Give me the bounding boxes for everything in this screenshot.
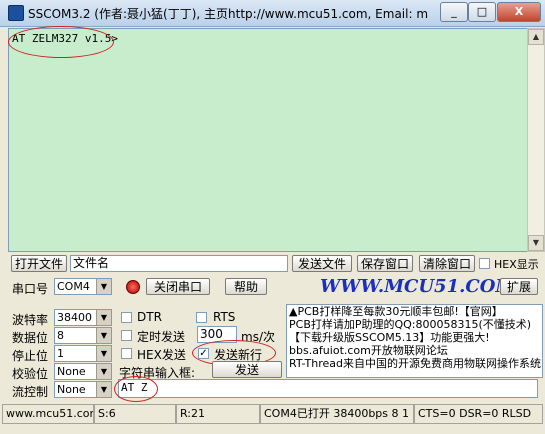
stop-bits-label: 停止位 <box>12 349 49 363</box>
open-file-button[interactable]: 打开文件 <box>11 255 67 272</box>
port-label: 串口号 <box>12 282 49 296</box>
save-window-button[interactable]: 保存窗口 <box>357 255 413 272</box>
status-site: www.mcu51.con <box>2 404 94 424</box>
parity-label: 校验位 <box>12 367 49 381</box>
hex-display-label: HEX显示 <box>494 258 539 271</box>
help-button[interactable]: 帮助 <box>225 278 267 295</box>
ad-link[interactable]: PCB打样请加P助理的QQ:800058315(不懂技术) <box>287 318 542 331</box>
send-button[interactable]: 发送 <box>212 361 282 378</box>
dtr-checkbox[interactable] <box>121 312 132 323</box>
flow-control-value: None <box>57 383 86 396</box>
chevron-down-icon[interactable]: ▼ <box>96 310 111 325</box>
ad-link[interactable]: ▲PCB打样降至每款30元顺丰包邮!【官网】 <box>287 305 542 318</box>
baud-value: 38400 <box>57 311 92 324</box>
ad-panel: ▲PCB打样降至每款30元顺丰包邮!【官网】 PCB打样请加P助理的QQ:800… <box>286 304 543 378</box>
baud-select[interactable]: 38400 ▼ <box>54 309 112 326</box>
scroll-up-icon[interactable]: ▲ <box>528 29 544 45</box>
baud-label: 波特率 <box>12 313 49 327</box>
rts-checkbox[interactable] <box>196 312 207 323</box>
close-port-button[interactable]: 关闭串口 <box>146 278 210 295</box>
dtr-label: DTR <box>137 310 162 324</box>
scroll-down-icon[interactable]: ▼ <box>528 235 544 251</box>
port-select[interactable]: COM4 ▼ <box>54 278 112 295</box>
stop-bits-select[interactable]: 1 ▼ <box>54 345 112 362</box>
logo: WWW.MCU51.COM <box>320 276 516 297</box>
parity-value: None <box>57 365 86 378</box>
timed-send-label: 定时发送 <box>137 330 186 344</box>
stop-bits-value: 1 <box>57 347 64 360</box>
status-port-state: COM4已打开 38400bps 8 1 <box>260 404 414 424</box>
chevron-down-icon[interactable]: ▼ <box>96 279 111 294</box>
clear-window-button[interactable]: 清除窗口 <box>419 255 475 272</box>
hex-send-checkbox[interactable] <box>121 348 132 359</box>
file-name-input[interactable]: 文件名 <box>70 255 288 272</box>
chevron-down-icon[interactable]: ▼ <box>96 346 111 361</box>
ad-link[interactable]: RT-Thread来自中国的开源免费商用物联网操作系统 <box>287 357 542 370</box>
flow-control-select[interactable]: None ▼ <box>54 381 112 398</box>
port-value: COM4 <box>57 280 90 293</box>
hex-display-checkbox[interactable] <box>479 258 490 269</box>
ad-link[interactable]: 【下载升级版SSCOM5.13】功能更强大! <box>287 331 542 344</box>
parity-select[interactable]: None ▼ <box>54 363 112 380</box>
annotation-circle <box>8 26 114 58</box>
flow-control-label: 流控制 <box>12 385 49 399</box>
status-lines: CTS=0 DSR=0 RLSD <box>414 404 543 424</box>
receive-scrollbar[interactable]: ▲ ▼ <box>527 28 545 252</box>
send-text-input[interactable]: AT Z <box>118 379 538 398</box>
app-icon <box>8 5 24 21</box>
chevron-down-icon[interactable]: ▼ <box>96 364 111 379</box>
data-bits-select[interactable]: 8 ▼ <box>54 327 112 344</box>
timed-send-checkbox[interactable] <box>121 330 132 341</box>
hex-send-label: HEX发送 <box>137 348 186 362</box>
window-title: SSCOM3.2 (作者:聂小猛(丁丁), 主页http://www.mcu51… <box>28 7 428 21</box>
data-bits-label: 数据位 <box>12 331 49 345</box>
status-bar: www.mcu51.con S:6 R:21 COM4已打开 38400bps … <box>0 404 545 424</box>
status-received: R:21 <box>176 404 260 424</box>
data-bits-value: 8 <box>57 329 64 342</box>
receive-area[interactable]: AT ZELM327 v1.5> <box>8 28 528 252</box>
annotation-circle <box>114 376 158 402</box>
chevron-down-icon[interactable]: ▼ <box>96 382 111 397</box>
ad-link[interactable]: bbs.afuiot.com开放物联网论坛 <box>287 344 542 357</box>
close-button[interactable]: X <box>497 2 541 22</box>
minimize-button[interactable]: _ <box>440 2 468 22</box>
expand-button[interactable]: 扩展 <box>500 278 538 295</box>
port-status-light-icon <box>126 280 140 294</box>
maximize-button[interactable]: □ <box>468 2 496 22</box>
send-file-button[interactable]: 发送文件 <box>292 255 352 272</box>
rts-label: RTS <box>213 310 236 324</box>
status-sent: S:6 <box>94 404 176 424</box>
chevron-down-icon[interactable]: ▼ <box>96 328 111 343</box>
